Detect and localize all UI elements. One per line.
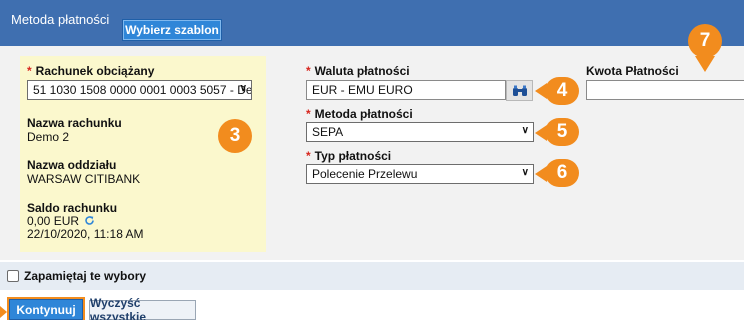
callout-5-marker: 5 — [545, 118, 579, 146]
binoculars-icon[interactable] — [506, 80, 533, 101]
currency-label: * Waluta płatności — [306, 64, 410, 78]
header-bar: Metoda płatności Wybierz szablon — [0, 0, 744, 46]
branch-name-value: WARSAW CITIBANK — [27, 172, 141, 186]
branch-name-label: Nazwa oddziału — [27, 158, 117, 172]
required-mark: * — [306, 107, 311, 121]
payment-method-label: * Metoda płatności — [306, 107, 413, 121]
chevron-down-icon: ∨ — [521, 125, 529, 136]
remember-choices-checkbox[interactable] — [7, 270, 19, 282]
debit-account-value: 51 1030 1508 0000 0001 0003 5057 - Demo — [33, 83, 252, 97]
payment-type-label: * Typ płatności — [306, 149, 392, 163]
amount-label: Kwota Płatności — [586, 64, 679, 78]
payment-method-select[interactable]: SEPA ∨ — [306, 122, 534, 142]
required-mark: * — [306, 149, 311, 163]
account-name-label: Nazwa rachunku — [27, 116, 122, 130]
remember-choices-bar: Zapamiętaj te wybory — [0, 262, 744, 290]
debit-account-select[interactable]: 51 1030 1508 0000 0001 0003 5057 - Demo … — [27, 80, 252, 100]
remember-choices-label[interactable]: Zapamiętaj te wybory — [24, 269, 146, 283]
payment-type-value: Polecenie Przelewu — [312, 167, 418, 181]
required-mark: * — [27, 64, 32, 78]
debit-account-label: * Rachunek obciążany — [27, 64, 155, 78]
amount-field[interactable] — [586, 80, 744, 100]
currency-field[interactable]: EUR - EMU EURO — [306, 80, 506, 100]
callout-7-pointer — [695, 56, 715, 72]
callout-4-marker: 4 — [545, 77, 579, 105]
balance-label: Saldo rachunku — [27, 201, 118, 215]
payment-type-select[interactable]: Polecenie Przelewu ∨ — [306, 164, 534, 184]
form-footer: Kontynuuj Wyczyść wszystkie — [0, 290, 744, 320]
continue-button[interactable]: Kontynuuj — [9, 299, 83, 320]
page-title: Metoda płatności — [11, 12, 110, 27]
continue-pointer-arrow — [0, 306, 7, 318]
debit-account-panel: * Rachunek obciążany 51 1030 1508 0000 00… — [20, 56, 266, 252]
balance-timestamp: 22/10/2020, 11:18 AM — [27, 227, 144, 241]
callout-3-marker: 3 — [218, 119, 252, 153]
payment-method-value: SEPA — [312, 125, 344, 139]
balance-value: 0,00 EUR — [27, 214, 80, 228]
chevron-down-icon: ∨ — [239, 83, 247, 94]
payment-form: * Rachunek obciążany 51 1030 1508 0000 00… — [0, 24, 744, 260]
choose-template-button[interactable]: Wybierz szablon — [122, 19, 222, 41]
chevron-down-icon: ∨ — [521, 167, 529, 178]
callout-6-marker: 6 — [545, 159, 579, 187]
callout-7-marker: 7 — [688, 24, 722, 58]
clear-all-button[interactable]: Wyczyść wszystkie — [89, 296, 196, 320]
account-name-value: Demo 2 — [27, 130, 70, 144]
required-mark: * — [306, 64, 311, 78]
